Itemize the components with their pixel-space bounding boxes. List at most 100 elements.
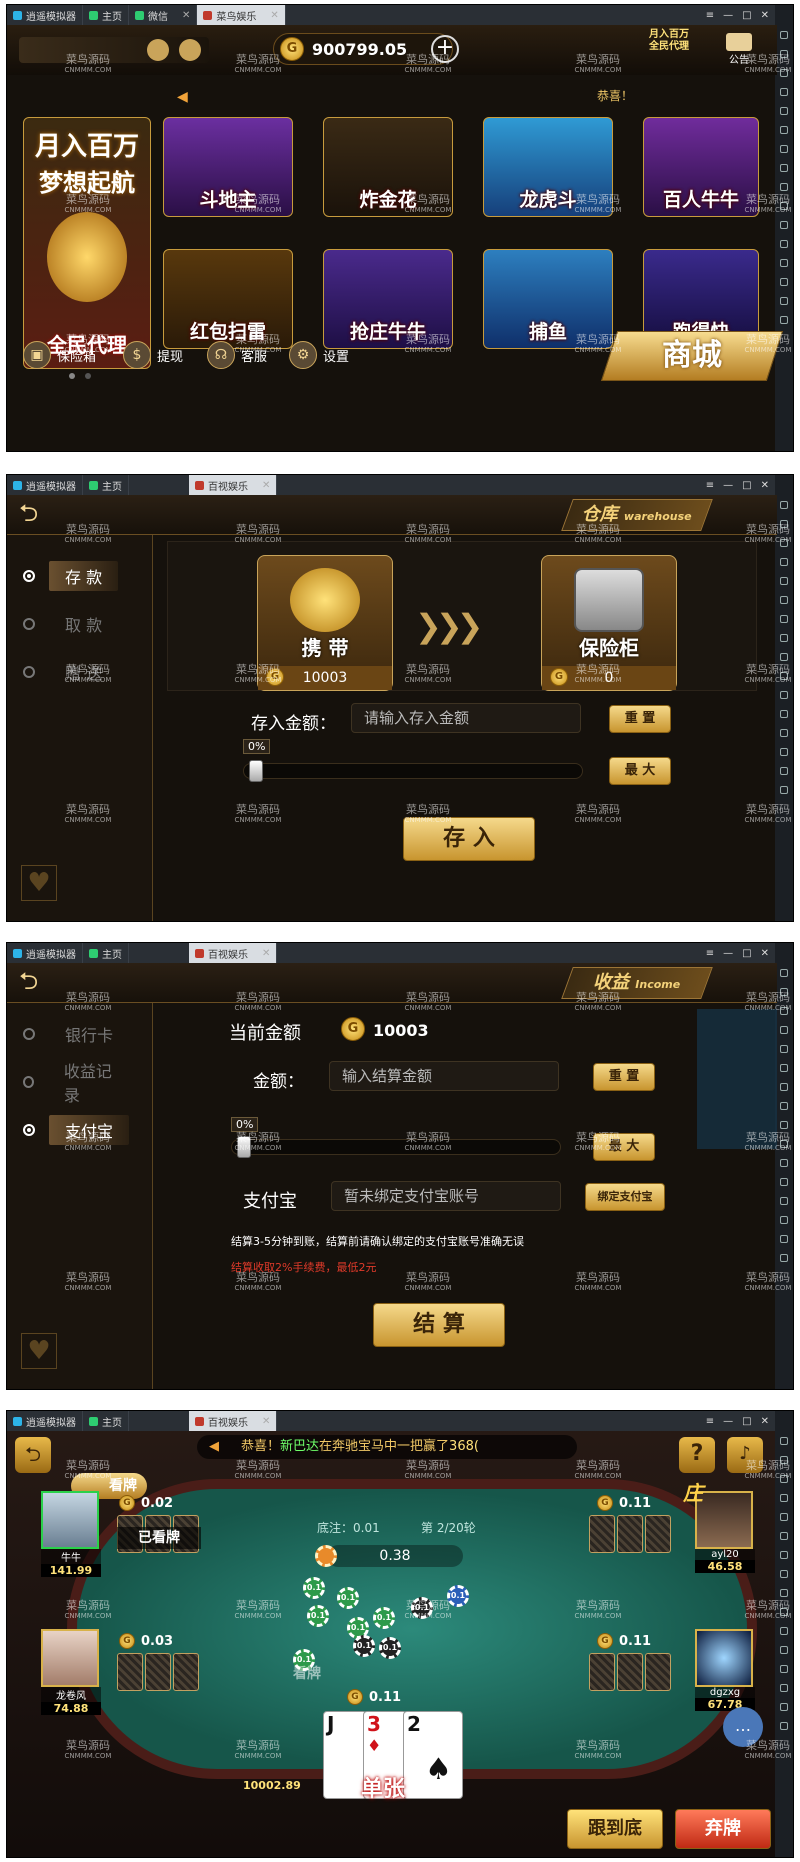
nav-bank-card[interactable]: 银行卡 bbox=[23, 1019, 135, 1049]
sidebar-tool-icon[interactable] bbox=[780, 1007, 788, 1015]
sidebar-tool-icon[interactable] bbox=[780, 1140, 788, 1148]
sidebar-tool-icon[interactable] bbox=[780, 653, 788, 661]
tab-emulator[interactable]: 逍遥模拟器 bbox=[7, 943, 83, 963]
sidebar-tool-icon[interactable] bbox=[780, 297, 788, 305]
reset-button[interactable]: 重 置 bbox=[609, 705, 671, 733]
fold-button[interactable]: 弃牌 bbox=[675, 1809, 771, 1849]
sidebar-tool-icon[interactable] bbox=[780, 1475, 788, 1483]
minimize-icon[interactable]: — bbox=[723, 1416, 733, 1427]
sidebar-tool-icon[interactable] bbox=[780, 969, 788, 977]
sidebar-tool-icon[interactable] bbox=[780, 988, 788, 996]
amount-input[interactable]: 输入结算金额 bbox=[329, 1061, 559, 1091]
maximize-icon[interactable]: □ bbox=[742, 1416, 751, 1427]
player-seat[interactable]: 龙卷风 74.88 bbox=[41, 1629, 101, 1715]
amount-slider[interactable] bbox=[231, 1139, 561, 1155]
player-seat[interactable]: 牛牛 141.99 bbox=[41, 1491, 101, 1577]
sidebar-tool-icon[interactable] bbox=[780, 126, 788, 134]
tab-emulator[interactable]: 逍遥模拟器 bbox=[7, 475, 83, 495]
tab-wechat[interactable]: 微信 ✕ bbox=[129, 5, 198, 25]
reset-button[interactable]: 重 置 bbox=[593, 1063, 655, 1091]
sidebar-tool-icon[interactable] bbox=[780, 31, 788, 39]
sidebar-tool-icon[interactable] bbox=[780, 786, 788, 794]
deposit-submit-button[interactable]: 存 入 bbox=[403, 817, 535, 861]
sidebar-tool-icon[interactable] bbox=[780, 1513, 788, 1521]
back-arrow-icon[interactable]: ⮌ bbox=[19, 501, 63, 527]
recharge-plus-button[interactable]: + bbox=[431, 35, 459, 63]
sidebar-tool-icon[interactable] bbox=[780, 1121, 788, 1129]
sidebar-tool-icon[interactable] bbox=[780, 1159, 788, 1167]
nav-deposit[interactable]: 存 款 bbox=[23, 561, 135, 591]
max-button[interactable]: 最 大 bbox=[609, 757, 671, 785]
sidebar-tool-icon[interactable] bbox=[780, 1254, 788, 1262]
amount-input[interactable]: 请输入存入金额 bbox=[351, 703, 581, 733]
tab-game[interactable]: 百视娱乐 ✕ bbox=[189, 1411, 278, 1431]
sidebar-tool-icon[interactable] bbox=[780, 1216, 788, 1224]
sidebar-tool-icon[interactable] bbox=[780, 259, 788, 267]
sidebar-tool-icon[interactable] bbox=[780, 1551, 788, 1559]
menu-icon[interactable]: ≡ bbox=[706, 10, 714, 21]
menu-icon[interactable]: ≡ bbox=[706, 1416, 714, 1427]
close-icon[interactable]: ✕ bbox=[270, 10, 278, 21]
game-longhudou[interactable]: 龙虎斗 bbox=[483, 117, 613, 217]
back-button[interactable]: ⮌ bbox=[15, 1437, 51, 1473]
sidebar-tool-icon[interactable] bbox=[780, 1235, 788, 1243]
nav-withdraw[interactable]: 取 款 bbox=[23, 609, 135, 639]
sidebar-tool-icon[interactable] bbox=[780, 107, 788, 115]
close-window-icon[interactable]: ✕ bbox=[761, 480, 769, 491]
sidebar-tool-icon[interactable] bbox=[780, 69, 788, 77]
slider-handle[interactable] bbox=[237, 1136, 251, 1158]
sidebar-tool-icon[interactable] bbox=[780, 1684, 788, 1692]
hand-card[interactable]: 2 ♠ bbox=[403, 1711, 463, 1799]
slider-handle[interactable] bbox=[249, 760, 263, 782]
sidebar-tool-icon[interactable] bbox=[780, 202, 788, 210]
player-seat[interactable]: ayl20 46.58 bbox=[695, 1491, 755, 1573]
sidebar-tool-icon[interactable] bbox=[780, 1608, 788, 1616]
agent-promo-button[interactable]: 月入百万全民代理 bbox=[647, 29, 691, 69]
sidebar-tool-icon[interactable] bbox=[780, 164, 788, 172]
sidebar-tool-icon[interactable] bbox=[780, 278, 788, 286]
tab-emulator[interactable]: 逍遥模拟器 bbox=[7, 1411, 83, 1431]
sidebar-tool-icon[interactable] bbox=[780, 520, 788, 528]
game-buyu[interactable]: 捕鱼 bbox=[483, 249, 613, 349]
shop-button[interactable]: 商城 bbox=[600, 331, 784, 381]
sidebar-tool-icon[interactable] bbox=[780, 691, 788, 699]
tab-emulator[interactable]: 逍遥模拟器 bbox=[7, 5, 83, 25]
close-window-icon[interactable]: ✕ bbox=[761, 1416, 769, 1427]
chat-bubble-icon[interactable]: … bbox=[723, 1707, 763, 1747]
safe-box-button[interactable]: ▣ 保险箱 bbox=[23, 341, 96, 369]
sidebar-tool-icon[interactable] bbox=[780, 748, 788, 756]
sidebar-tool-icon[interactable] bbox=[780, 183, 788, 191]
tab-game[interactable]: 百视娱乐 ✕ bbox=[189, 943, 278, 963]
bind-alipay-button[interactable]: 绑定支付宝 bbox=[585, 1183, 665, 1211]
sidebar-tool-icon[interactable] bbox=[780, 1102, 788, 1110]
sidebar-tool-icon[interactable] bbox=[780, 145, 788, 153]
alipay-account-input[interactable]: 暂未绑定支付宝账号 bbox=[331, 1181, 561, 1211]
settle-submit-button[interactable]: 结 算 bbox=[373, 1303, 505, 1347]
edit-icon[interactable] bbox=[147, 39, 169, 61]
banner-page-dot[interactable] bbox=[69, 373, 75, 379]
close-icon[interactable]: ✕ bbox=[262, 1416, 270, 1427]
sidebar-tool-icon[interactable] bbox=[780, 1570, 788, 1578]
sidebar-tool-icon[interactable] bbox=[780, 729, 788, 737]
sidebar-tool-icon[interactable] bbox=[780, 240, 788, 248]
close-icon[interactable]: ✕ bbox=[182, 10, 190, 21]
help-button[interactable]: ? bbox=[679, 1437, 715, 1473]
close-icon[interactable]: ✕ bbox=[262, 948, 270, 959]
sound-button[interactable]: ♪ bbox=[727, 1437, 763, 1473]
nav-alipay[interactable]: 支付宝 bbox=[23, 1115, 135, 1145]
sidebar-tool-icon[interactable] bbox=[780, 88, 788, 96]
minimize-icon[interactable]: — bbox=[723, 480, 733, 491]
sidebar-tool-icon[interactable] bbox=[780, 539, 788, 547]
close-icon[interactable]: ✕ bbox=[262, 480, 270, 491]
sidebar-tool-icon[interactable] bbox=[780, 634, 788, 642]
sidebar-tool-icon[interactable] bbox=[780, 1178, 788, 1186]
sidebar-tool-icon[interactable] bbox=[780, 1026, 788, 1034]
withdraw-button[interactable]: $ 提现 bbox=[123, 341, 183, 369]
sidebar-tool-icon[interactable] bbox=[780, 767, 788, 775]
sidebar-tool-icon[interactable] bbox=[780, 615, 788, 623]
sidebar-tool-icon[interactable] bbox=[780, 1456, 788, 1464]
game-bairen-niuniu[interactable]: 百人牛牛 bbox=[643, 117, 759, 217]
sidebar-tool-icon[interactable] bbox=[780, 1532, 788, 1540]
support-button[interactable]: ☊ 客服 bbox=[207, 341, 267, 369]
sidebar-tool-icon[interactable] bbox=[780, 1083, 788, 1091]
